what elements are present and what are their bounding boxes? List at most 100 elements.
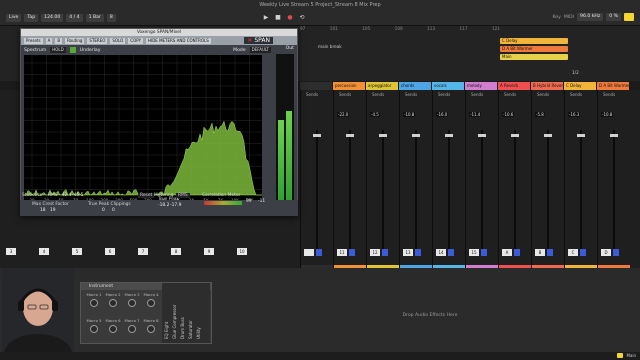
solo-button[interactable] <box>448 249 454 256</box>
fader-handle[interactable] <box>577 134 585 137</box>
volume-fader[interactable] <box>415 130 417 250</box>
spectrum-plot[interactable]: 203050701002003005007001K2K3K5K7K10K20K <box>23 55 262 205</box>
track-title[interactable]: percussion <box>333 82 365 90</box>
track-activator[interactable]: D <box>601 249 611 256</box>
plugin-toolbar-button[interactable]: SOLO <box>110 37 126 44</box>
track-title[interactable]: arpeggiator <box>366 82 398 90</box>
midi-map-label[interactable]: MIDI <box>564 15 574 20</box>
volume-readout[interactable]: -10.8 <box>403 112 416 117</box>
device-chain-item[interactable]: Saturator <box>188 320 193 339</box>
position-field[interactable]: 8 <box>106 14 116 22</box>
volume-readout[interactable]: -22.0 <box>337 112 350 117</box>
fader-handle[interactable] <box>445 134 453 137</box>
solo-button[interactable] <box>481 249 487 256</box>
track-activator[interactable]: 13 <box>403 249 413 256</box>
tap-tempo-button[interactable]: Tap <box>24 14 39 22</box>
plugin-titlebar[interactable]: Voxengo SPAN/Mixel <box>21 29 297 36</box>
track-title[interactable]: melody <box>465 82 497 90</box>
volume-fader[interactable] <box>580 130 582 250</box>
fader-handle[interactable] <box>346 134 354 137</box>
fader-handle[interactable] <box>412 134 420 137</box>
plugin-toolbar-button[interactable]: B <box>55 37 63 44</box>
volume-readout[interactable]: -5.8 <box>535 112 545 117</box>
volume-fader[interactable] <box>316 130 318 250</box>
loop-icon[interactable]: ⟲ <box>298 13 306 21</box>
solo-button[interactable] <box>547 249 553 256</box>
arrangement-clip[interactable]: D A Bit Warmer <box>500 46 568 52</box>
device-chain-item[interactable]: EQ Eight <box>164 321 169 339</box>
volume-fader[interactable] <box>448 130 450 250</box>
track-title[interactable]: C Delay <box>564 82 596 90</box>
volume-readout[interactable]: -16.3 <box>568 112 581 117</box>
volume-fader[interactable] <box>349 130 351 250</box>
track-activator[interactable]: 6 <box>105 248 115 255</box>
track-activator[interactable]: A <box>502 249 512 256</box>
quantize-menu[interactable]: 1 Bar <box>85 14 104 22</box>
underlay-toggle[interactable] <box>69 47 76 53</box>
mode-select[interactable]: DEFAULT <box>249 47 271 53</box>
knob-icon[interactable] <box>128 325 136 333</box>
key-map-label[interactable]: Key <box>552 15 560 20</box>
solo-button[interactable] <box>415 249 421 256</box>
fader-handle[interactable] <box>544 134 552 137</box>
reset-button[interactable]: Reset <box>138 193 155 198</box>
plugin-toolbar-button[interactable]: A <box>45 37 53 44</box>
solo-button[interactable] <box>316 249 322 256</box>
fader-handle[interactable] <box>478 134 486 137</box>
knob-icon[interactable] <box>90 325 98 333</box>
knob-icon[interactable] <box>128 299 136 307</box>
hold-button[interactable]: HOLD <box>50 47 66 53</box>
track-title[interactable]: B Hybrid Reverb <box>531 82 563 90</box>
arrangement-clip[interactable]: C Delay <box>500 38 568 44</box>
fader-handle[interactable] <box>379 134 387 137</box>
timeline-ruler[interactable]: 97 101 105 109 113 117 121 <box>300 26 500 34</box>
overview-toggle[interactable] <box>624 13 634 21</box>
volume-readout[interactable]: -16.0 <box>436 112 449 117</box>
volume-readout[interactable]: -11.4 <box>469 112 482 117</box>
track-title[interactable]: A Reverb <box>498 82 530 90</box>
track-activator[interactable]: 14 <box>436 249 446 256</box>
solo-button[interactable] <box>514 249 520 256</box>
macro-knob[interactable]: Macro 5 <box>85 318 103 338</box>
live-button[interactable]: Live <box>6 14 22 22</box>
device-chain-item[interactable]: Utility <box>196 327 201 339</box>
track-activator[interactable]: 15 <box>469 249 479 256</box>
plugin-toolbar-button[interactable]: Presets <box>24 37 43 44</box>
track-activator[interactable]: 5 <box>72 248 82 255</box>
record-icon[interactable]: ● <box>286 13 294 21</box>
track-title[interactable]: D A Bit Warmer <box>597 82 629 90</box>
volume-fader[interactable] <box>547 130 549 250</box>
knob-icon[interactable] <box>147 299 155 307</box>
volume-fader[interactable] <box>382 130 384 250</box>
knob-icon[interactable] <box>90 299 98 307</box>
stop-icon[interactable]: ■ <box>274 13 282 21</box>
track-title[interactable]: vocals <box>432 82 464 90</box>
track-activator[interactable]: C <box>568 249 578 256</box>
track-activator[interactable]: 3 <box>6 248 16 255</box>
fader-handle[interactable] <box>511 134 519 137</box>
macro-knob[interactable]: Macro 3 <box>123 292 141 312</box>
macro-knob[interactable]: Macro 8 <box>142 318 160 338</box>
volume-readout[interactable]: -10.8 <box>601 112 614 117</box>
track-title[interactable]: chords <box>399 82 431 90</box>
fader-handle[interactable] <box>313 134 321 137</box>
knob-icon[interactable] <box>147 325 155 333</box>
knob-icon[interactable] <box>109 299 117 307</box>
plugin-toolbar-button[interactable]: STEREO <box>87 37 108 44</box>
track-activator[interactable]: 8 <box>171 248 181 255</box>
track-title[interactable] <box>300 82 332 90</box>
macro-knob[interactable]: Macro 7 <box>123 318 141 338</box>
volume-readout[interactable]: -10.6 <box>502 112 515 117</box>
track-activator[interactable]: B <box>535 249 545 256</box>
volume-fader[interactable] <box>481 130 483 250</box>
solo-button[interactable] <box>349 249 355 256</box>
macro-knob[interactable]: Macro 4 <box>142 292 160 312</box>
solo-button[interactable] <box>580 249 586 256</box>
volume-fader[interactable] <box>613 130 615 250</box>
track-activator[interactable]: 11 <box>337 249 347 256</box>
track-activator[interactable]: 7 <box>138 248 148 255</box>
metering-select[interactable]: RMS <box>176 193 190 198</box>
solo-button[interactable] <box>382 249 388 256</box>
track-activator[interactable]: 12 <box>370 249 380 256</box>
plugin-toolbar-button[interactable]: COPY <box>128 37 144 44</box>
